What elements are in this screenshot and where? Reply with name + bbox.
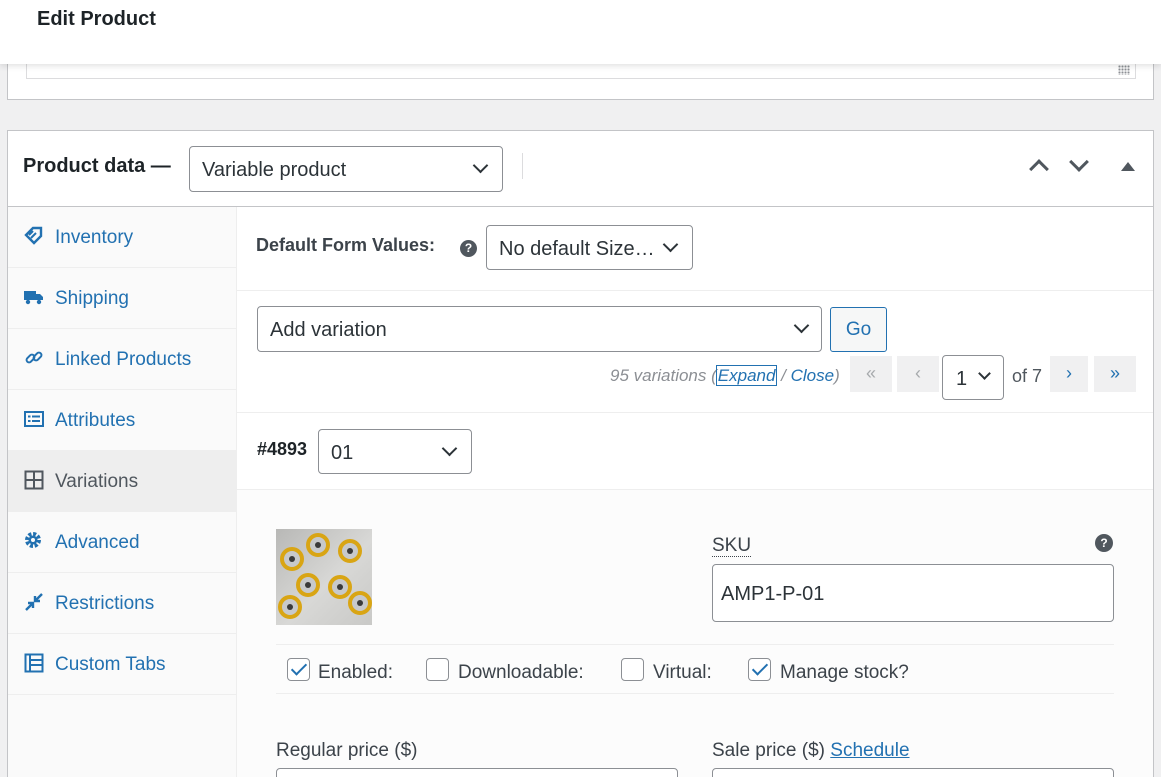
resize-handle[interactable] [1118,65,1130,75]
virtual-label: Virtual: [653,662,712,683]
regular-price-label: Regular price ($) [276,740,418,761]
chevron-down-icon [793,317,810,334]
product-data-title: Product data — [23,155,171,177]
tag-icon [24,226,44,246]
enabled-checkbox[interactable] [287,658,310,681]
next-page-button[interactable]: › [1050,356,1088,392]
move-down-icon[interactable] [1069,152,1089,172]
link-icon [24,348,44,368]
sku-input[interactable]: AMP1-P-01 [712,564,1114,622]
tab-label: Linked Products [55,349,192,370]
tab-shipping[interactable]: Shipping [8,268,237,329]
tab-custom-tabs[interactable]: Custom Tabs [8,634,237,695]
shrink-icon [24,592,44,612]
product-image-part [328,575,352,599]
close-paren: ) [834,366,840,385]
grid-icon [24,470,44,490]
product-data-header: Product data — Variable product [8,131,1153,207]
variation-action-select[interactable]: Add variation [257,306,822,352]
variation-actions-row: Add variation Go 95 variations (Expand /… [237,291,1153,413]
variation-attribute-select[interactable]: 01 [318,429,472,474]
default-size-select[interactable]: No default Size… [486,225,693,270]
truck-icon [24,287,44,307]
product-image-part [280,547,304,571]
previous-metabox [7,60,1154,100]
top-bar: Edit Product [0,0,1161,64]
variation-options-row: Enabled: Downloadable: Virtual: Manage s… [276,644,1114,694]
chevron-down-icon [978,367,991,380]
current-page: 1 [956,368,968,390]
manage-stock-label: Manage stock? [780,662,909,683]
variation-attribute-value: 01 [331,442,354,464]
variation-header-row[interactable]: #4893 01 [237,413,1153,490]
product-image-part [306,533,330,557]
product-image-part [338,539,362,563]
default-form-values-label: Default Form Values: [256,235,436,255]
expand-link[interactable]: Expand [715,365,778,386]
tab-label: Restrictions [55,593,155,614]
last-page-button[interactable]: » [1094,356,1136,392]
page-select[interactable]: 1 [942,355,1004,400]
tab-variations[interactable]: Variations [8,451,237,512]
page-title: Edit Product [37,8,156,30]
chevron-down-icon [441,440,458,457]
go-button[interactable]: Go [830,307,887,352]
product-type-value: Variable product [202,159,347,181]
sale-price-input[interactable] [712,768,1114,777]
divider [522,153,523,179]
sku-label: SKU [712,535,752,557]
variations-count: 95 variations (Expand / Close) [610,365,840,386]
variations-count-text: 95 variations ( [610,366,717,385]
variation-action-value: Add variation [270,319,387,341]
help-icon[interactable]: ? [460,240,477,257]
prev-page-button[interactable]: ‹ [897,356,939,392]
chevron-down-icon [662,236,679,253]
page-total: of 7 [1012,366,1043,386]
downloadable-checkbox[interactable] [426,658,449,681]
sale-price-label-group: Sale price ($) Schedule [712,740,910,762]
tab-label: Attributes [55,410,136,431]
variations-panel: Default Form Values: ? No default Size… … [237,207,1153,777]
default-form-values-row: Default Form Values: ? No default Size… [237,207,1153,291]
tab-label: Advanced [55,532,140,553]
tab-attributes[interactable]: Attributes [8,390,237,451]
link-separator: / [776,366,791,385]
tab-label: Shipping [55,288,129,309]
tab-restrictions[interactable]: Restrictions [8,573,237,634]
gear-icon [24,531,44,551]
variation-body: SKU ? AMP1-P-01 Enabled: Downloadable: V… [237,490,1153,777]
product-type-select[interactable]: Variable product [189,146,503,192]
sale-price-label: Sale price ($) [712,740,825,761]
list-icon [24,409,44,429]
first-page-button[interactable]: « [850,356,892,392]
product-image-part [278,595,302,619]
variation-id: #4893 [257,439,308,459]
product-data-metabox: Product data — Variable product Inventor… [7,130,1154,777]
tab-label: Variations [55,471,139,492]
tab-advanced[interactable]: Advanced [8,512,237,573]
sku-value: AMP1-P-01 [721,583,825,605]
variation-image[interactable] [276,529,372,625]
product-data-tabs: Inventory Shipping Linked Products Attri… [8,207,237,777]
help-icon[interactable]: ? [1095,534,1113,552]
virtual-checkbox[interactable] [621,658,644,681]
tabs-icon [24,653,44,673]
close-link[interactable]: Close [791,366,834,385]
tab-linked-products[interactable]: Linked Products [8,329,237,390]
product-image-part [296,573,320,597]
regular-price-input[interactable] [276,768,678,777]
enabled-label: Enabled: [318,662,394,683]
tab-label: Custom Tabs [55,654,166,675]
schedule-link[interactable]: Schedule [830,740,909,761]
tab-inventory[interactable]: Inventory [8,207,237,268]
manage-stock-checkbox[interactable] [748,658,771,681]
move-up-icon[interactable] [1029,159,1049,179]
default-size-value: No default Size… [499,238,655,260]
tab-label: Inventory [55,227,134,248]
downloadable-label: Downloadable: [458,662,584,683]
collapse-toggle-icon[interactable] [1121,162,1135,171]
chevron-down-icon [472,157,489,174]
product-image-part [348,591,372,615]
